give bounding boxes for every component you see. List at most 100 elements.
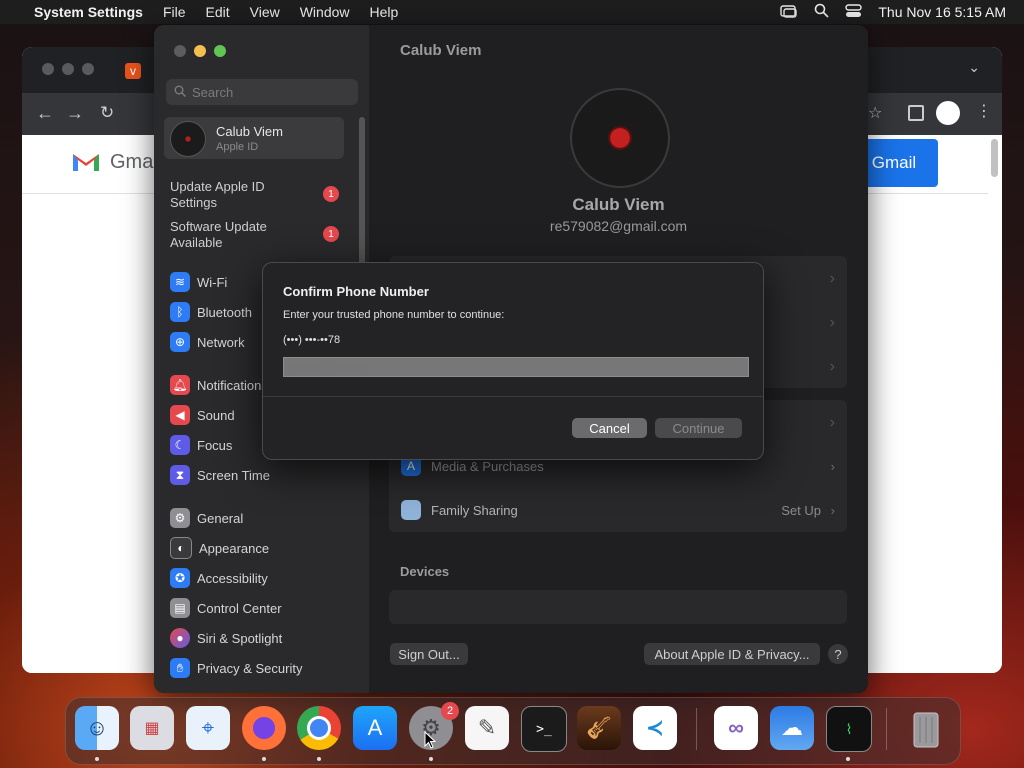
row-chevron-icon: › xyxy=(829,358,835,375)
chrome-minimize-button[interactable] xyxy=(62,63,74,75)
terminal-icon[interactable]: >_ xyxy=(521,706,567,752)
notice-badge: 1 xyxy=(323,186,339,202)
profile-icon[interactable] xyxy=(936,101,960,125)
chrome-close-button[interactable] xyxy=(42,63,54,75)
sidebar-item-control-center[interactable]: ▤ Control Center xyxy=(170,596,282,620)
sidebar-item-label: Siri & Spotlight xyxy=(197,630,283,646)
gmail-logo-icon xyxy=(72,150,100,177)
zoom-button[interactable] xyxy=(214,45,226,57)
menu-view[interactable]: View xyxy=(250,4,280,20)
back-arrow-icon[interactable]: ← xyxy=(36,103,54,124)
safari-icon[interactable]: ⌖ xyxy=(186,706,230,750)
row-chevron-icon: › xyxy=(830,458,835,474)
screen-mirroring-icon[interactable] xyxy=(780,4,798,21)
close-button[interactable] xyxy=(174,45,186,57)
sidebar-item-privacy-security[interactable]: ✋︎ Privacy & Security xyxy=(170,656,302,680)
account-subtitle: Apple ID xyxy=(216,141,259,153)
launchpad-icon[interactable]: ▦ xyxy=(130,706,174,750)
account-name: Calub Viem xyxy=(216,124,283,139)
continue-button[interactable]: Continue xyxy=(655,418,742,438)
bookmark-star-icon[interactable]: ☆ xyxy=(868,103,882,123)
side-panel-icon[interactable] xyxy=(908,105,924,121)
tab-list-chevron-icon[interactable]: ⌄ xyxy=(968,59,980,76)
profile-name: Calub Viem xyxy=(572,195,665,214)
avatar xyxy=(170,121,206,157)
sidebar-item-siri-spotlight[interactable]: ● Siri & Spotlight xyxy=(170,626,282,650)
activity-monitor-icon[interactable]: ⌇ xyxy=(826,706,872,752)
cancel-button[interactable]: Cancel xyxy=(572,418,647,438)
sidebar-item-focus[interactable]: ☾ Focus xyxy=(170,433,232,457)
menu-help[interactable]: Help xyxy=(370,4,399,20)
sidebar-item-network[interactable]: ⊕ Network xyxy=(170,330,245,354)
app-menu[interactable]: System Settings xyxy=(34,4,143,20)
sidebar-apple-id[interactable]: Calub Viem Apple ID xyxy=(164,117,344,159)
phone-number-input[interactable] xyxy=(283,357,749,377)
finder-icon[interactable]: ☺ xyxy=(75,706,119,750)
sidebar-item-label: Network xyxy=(197,334,245,350)
accessibility-icon: ✪ xyxy=(170,568,190,588)
firefox-icon[interactable] xyxy=(242,706,286,750)
menu-edit[interactable]: Edit xyxy=(206,4,230,20)
notice-badge: 1 xyxy=(323,226,339,242)
app-store-icon[interactable]: A xyxy=(353,706,397,750)
profile-email: re579082@gmail.com xyxy=(549,218,688,234)
bell-icon: 🔔︎ xyxy=(170,375,190,395)
notice-update-apple-id[interactable]: Update Apple ID Settings xyxy=(170,179,280,211)
profile-avatar[interactable] xyxy=(570,88,670,188)
row-family-sharing[interactable]: Family Sharing Set Up › xyxy=(389,488,847,532)
sign-out-button[interactable]: Sign Out... xyxy=(390,643,468,665)
tab-favicon-icon[interactable]: v xyxy=(125,63,141,79)
sidebar-item-label: Focus xyxy=(197,437,233,453)
sidebar-item-label: Screen Time xyxy=(197,467,270,483)
forward-arrow-icon[interactable]: → xyxy=(66,103,84,124)
sidebar-item-accessibility[interactable]: ✪ Accessibility xyxy=(170,566,268,590)
about-apple-id-button[interactable]: About Apple ID & Privacy... xyxy=(644,643,820,665)
help-button[interactable]: ? xyxy=(828,644,848,664)
chrome-icon[interactable] xyxy=(297,706,341,750)
minimize-button[interactable] xyxy=(194,45,206,57)
sidebar-item-sound[interactable]: ◀ Sound xyxy=(170,403,235,427)
menu-file[interactable]: File xyxy=(163,4,186,20)
vscode-icon[interactable]: ≺ xyxy=(633,706,677,750)
row-chevron-icon: › xyxy=(829,314,835,331)
siri-icon: ● xyxy=(170,628,190,648)
control-center-icon[interactable] xyxy=(845,3,863,21)
chrome-menu-icon[interactable]: ⋮ xyxy=(976,101,992,121)
row-label: Media & Purchases xyxy=(431,458,544,474)
menu-bar: System Settings File Edit View Window He… xyxy=(0,0,1024,24)
running-indicator xyxy=(429,757,433,761)
garageband-icon[interactable]: 🎸︎ xyxy=(577,706,621,750)
menu-clock[interactable]: Thu Nov 16 5:15 AM xyxy=(878,4,1006,20)
visual-studio-icon[interactable]: ∞ xyxy=(714,706,758,750)
sidebar-scrollbar[interactable] xyxy=(359,117,365,277)
devices-list xyxy=(389,590,847,624)
bluetooth-icon: ᛒ xyxy=(170,302,190,322)
dialog-title: Confirm Phone Number xyxy=(283,284,429,299)
sidebar-item-label: Notifications xyxy=(197,377,268,393)
search-icon xyxy=(174,85,187,100)
gear-icon: ⚙ xyxy=(170,508,190,528)
notice-label: Update Apple ID Settings xyxy=(170,179,265,210)
scrollbar-thumb[interactable] xyxy=(991,139,998,177)
sidebar-item-wifi[interactable]: ≋ Wi-Fi xyxy=(170,270,227,294)
menu-window[interactable]: Window xyxy=(300,4,350,20)
spotlight-search-icon[interactable] xyxy=(814,3,829,21)
hourglass-icon: ⧗ xyxy=(170,465,190,485)
textedit-icon[interactable]: ✎ xyxy=(465,706,509,750)
notice-software-update[interactable]: Software Update Available xyxy=(170,219,280,251)
sidebar-search-field[interactable]: Search xyxy=(166,79,358,105)
sidebar-item-bluetooth[interactable]: ᛒ Bluetooth xyxy=(170,300,252,324)
trash-icon[interactable] xyxy=(904,706,948,750)
sidebar-item-appearance[interactable]: ◐ Appearance xyxy=(170,536,269,560)
running-indicator xyxy=(262,757,266,761)
sidebar-item-screen-time[interactable]: ⧗ Screen Time xyxy=(170,463,270,487)
chrome-zoom-button[interactable] xyxy=(82,63,94,75)
sidebar-item-general[interactable]: ⚙ General xyxy=(170,506,243,530)
sidebar-item-notifications[interactable]: 🔔︎ Notifications xyxy=(170,373,268,397)
masked-phone-number: (•••) •••-••78 xyxy=(283,334,341,346)
reload-icon[interactable]: ↻ xyxy=(100,103,114,123)
weather-icon[interactable]: ☁ xyxy=(770,706,814,750)
sidebar-item-label: Control Center xyxy=(197,600,282,616)
row-chevron-icon: › xyxy=(830,502,835,518)
control-center-icon: ▤ xyxy=(170,598,190,618)
